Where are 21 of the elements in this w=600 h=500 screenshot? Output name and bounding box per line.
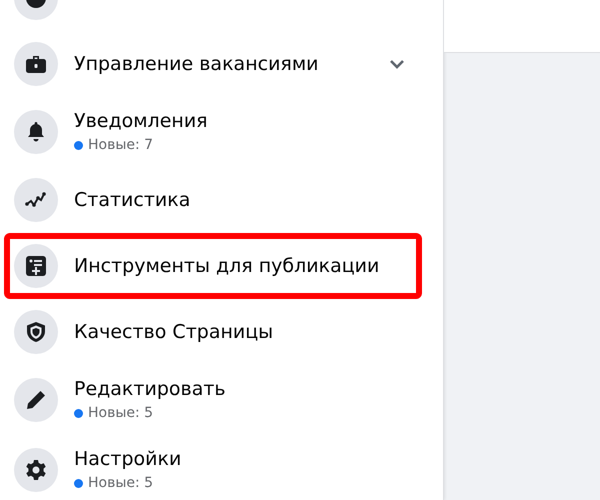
- item-label: Настройки: [74, 447, 182, 472]
- item-label: Редактировать: [74, 377, 227, 402]
- settings-icon: [24, 458, 48, 482]
- sidebar-item[interactable]: Уведомления Новые: 7: [4, 97, 422, 167]
- new-count: Новые: 5: [88, 475, 154, 491]
- pencil-icon: [24, 388, 48, 412]
- new-count: Новые: 5: [88, 405, 154, 421]
- sidebar-item[interactable]: Редактировать Новые: 5: [4, 365, 422, 435]
- sidebar-item[interactable]: Управление вакансиями: [4, 31, 422, 97]
- item-label: Уведомления: [74, 109, 209, 134]
- sidebar-item[interactable]: Статистика: [4, 167, 422, 233]
- item-label: Качество Страницы: [74, 320, 274, 345]
- shield-icon: [24, 320, 48, 344]
- sidebar-item[interactable]: Настройки Новые: 5: [4, 435, 422, 500]
- post-add-icon: [24, 254, 48, 278]
- item-label: Управление вакансиями: [74, 52, 320, 77]
- item-label: Инструменты для публикации: [74, 254, 380, 279]
- sidebar-item[interactable]: Инструменты для публикации: [4, 233, 422, 299]
- sidebar-item[interactable]: Качество Страницы: [4, 299, 422, 365]
- item-label: Статистика: [74, 188, 192, 213]
- new-count: Новые: 7: [88, 137, 154, 153]
